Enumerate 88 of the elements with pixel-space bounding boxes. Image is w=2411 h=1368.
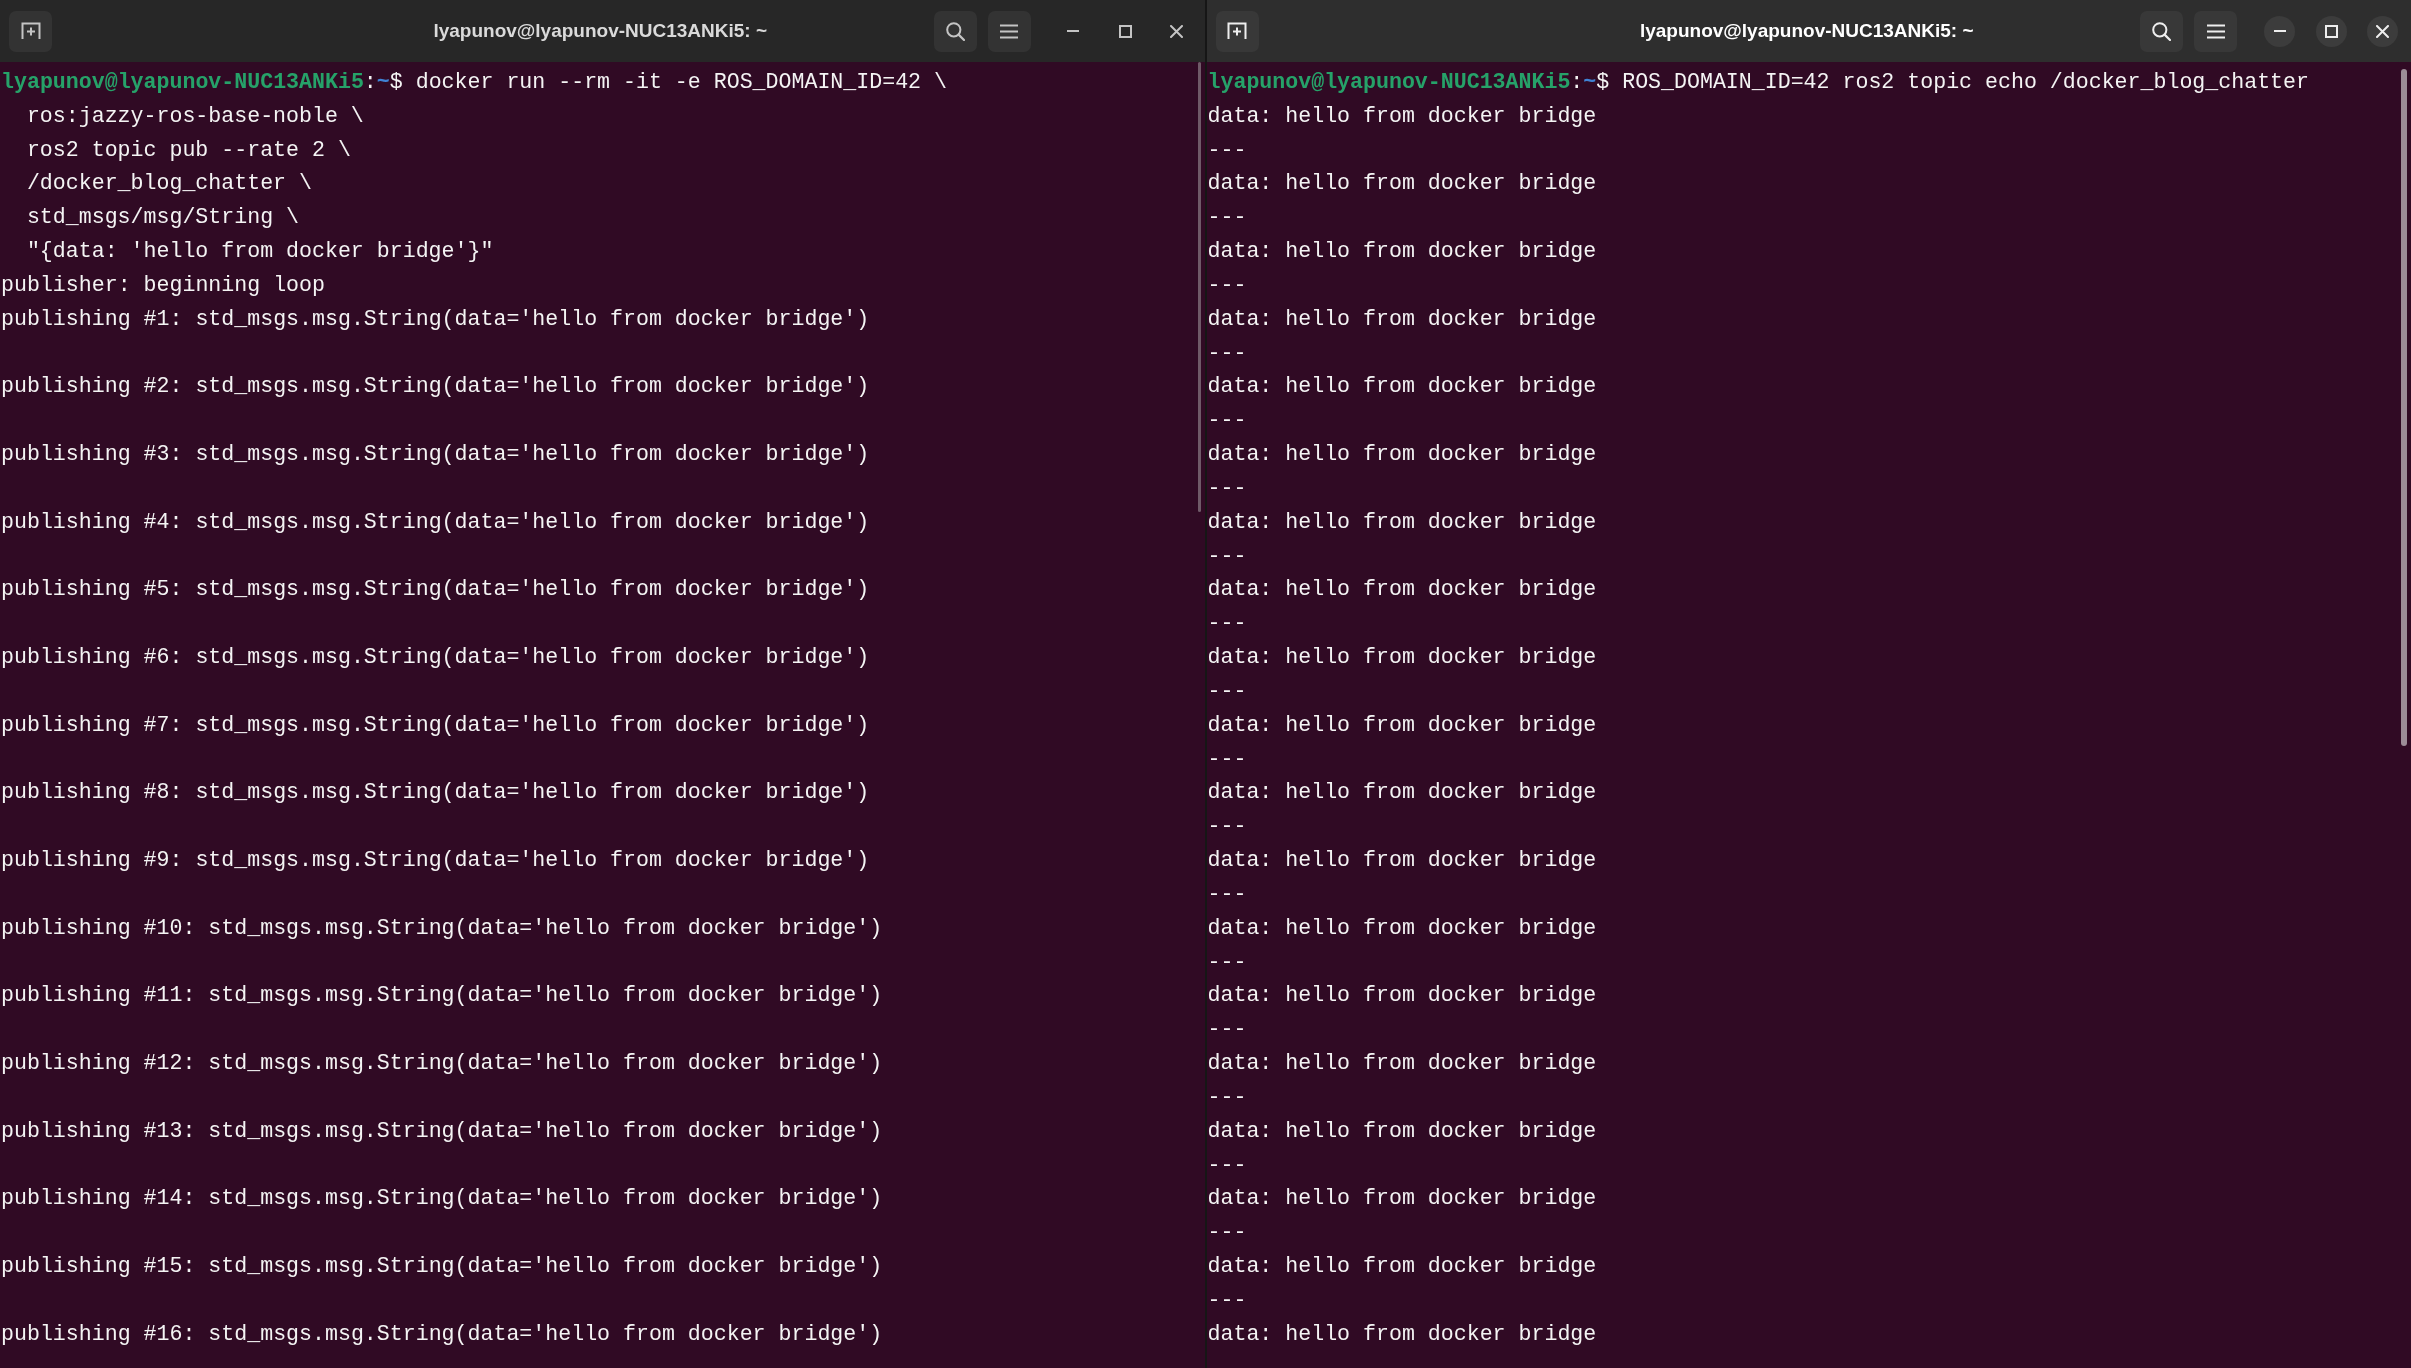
output-line: publishing #11: std_msgs.msg.String(data='hello from docker bridge') — [1, 983, 883, 1008]
output-line: --- — [1207, 408, 1247, 433]
menu-button[interactable] — [2194, 10, 2237, 52]
output-line: --- — [1207, 949, 1247, 974]
minimize-icon — [2273, 30, 2286, 32]
tab-plus-icon — [1227, 22, 1247, 40]
command-text: std_msgs/msg/String \ — [26, 205, 300, 230]
search-button[interactable] — [2140, 10, 2183, 52]
command-text: docker run --rm -it -e ROS_DOMAIN_ID=42 \ — [415, 70, 947, 94]
output-line: data: hello from docker bridge — [1207, 983, 1597, 1008]
output-line: --- — [1207, 205, 1247, 230]
minimize-icon — [1067, 30, 1079, 32]
output-line: publishing #10: std_msgs.msg.String(data='hello from docker bridge') — [1, 915, 883, 940]
output-line: publishing #12: std_msgs.msg.String(data='hello from docker bridge') — [1, 1051, 883, 1075]
output-line: data: hello from docker bridge — [1207, 103, 1597, 128]
command-text: ROS_DOMAIN_ID=42 ros2 topic echo /docker_blog_chatter — [1622, 70, 2309, 94]
close-icon — [2376, 24, 2389, 38]
output-line: data: hello from docker bridge — [1207, 915, 1597, 940]
output-line: --- — [1207, 340, 1247, 365]
output-line: publishing #3: std_msgs.msg.String(data='hello from docker bridge') — [1, 442, 870, 467]
close-button[interactable] — [2367, 15, 2398, 47]
output-line: publisher: beginning loop — [1, 272, 325, 297]
output-line: --- — [1207, 678, 1247, 703]
output-line: --- — [1207, 611, 1247, 636]
search-icon — [2152, 21, 2171, 41]
output-line: data: hello from docker bridge — [1207, 848, 1597, 873]
command-text: ros:jazzy-ros-base-noble \ — [26, 103, 364, 128]
output-line: data: hello from docker bridge — [1207, 1254, 1597, 1278]
maximize-icon — [1118, 24, 1132, 38]
output-line: --- — [1207, 1084, 1247, 1109]
output-line: data: hello from docker bridge — [1207, 645, 1597, 670]
output-line: --- — [1207, 814, 1247, 839]
output-line: data: hello from docker bridge — [1207, 509, 1597, 534]
output-line: publishing #16: std_msgs.msg.String(data='hello from docker bridge') — [1, 1321, 883, 1346]
output-line: --- — [1207, 137, 1247, 162]
close-icon — [1169, 24, 1183, 38]
output-line: data: hello from docker bridge — [1207, 374, 1597, 399]
search-icon — [945, 21, 965, 41]
output-line: publishing #1: std_msgs.msg.String(data='hello from docker bridge') — [1, 306, 870, 331]
menu-button[interactable] — [987, 10, 1031, 52]
output-line: data: hello from docker bridge — [1207, 1051, 1597, 1075]
output-line: publishing #2: std_msgs.msg.String(data='hello from docker bridge') — [1, 374, 870, 399]
output-line: data: hello from docker bridge — [1207, 1186, 1597, 1211]
output-line: data: hello from docker bridge — [1207, 239, 1597, 264]
output-line: --- — [1207, 475, 1247, 500]
output-line: --- — [1207, 272, 1247, 297]
maximize-button[interactable] — [2316, 15, 2347, 47]
maximize-icon — [2325, 24, 2338, 38]
output-line: data: hello from docker bridge — [1207, 712, 1597, 737]
output-line: publishing #9: std_msgs.msg.String(data='hello from docker bridge') — [1, 848, 870, 873]
output-line: publishing #6: std_msgs.msg.String(data='hello from docker bridge') — [1, 645, 870, 670]
scrollbar-thumb[interactable] — [2401, 69, 2407, 746]
output-line: --- — [1207, 543, 1247, 568]
minimize-button[interactable] — [2264, 15, 2295, 47]
output-line: --- — [1207, 1220, 1247, 1245]
output-line: data: hello from docker bridge — [1207, 577, 1597, 602]
output-line: --- — [1207, 746, 1247, 771]
tab-plus-icon — [20, 22, 41, 40]
output-line: data: hello from docker bridge — [1207, 171, 1597, 196]
command-text: ros2 topic pub --rate 2 \ — [26, 137, 351, 162]
command-text: "{data: 'hello from docker bridge'}" — [26, 239, 494, 264]
output-line: --- — [1207, 881, 1247, 906]
search-button[interactable] — [933, 10, 977, 52]
command-text: /docker_blog_chatter \ — [26, 171, 312, 196]
output-line: --- — [1207, 1152, 1247, 1177]
shell-prompt: lyapunov@lyapunov-NUC13ANKi5:~$ — [1, 70, 403, 94]
output-line: data: hello from docker bridge — [1207, 780, 1597, 805]
menu-icon — [1000, 23, 1018, 39]
output-line: publishing #7: std_msgs.msg.String(data='hello from docker bridge') — [1, 712, 870, 737]
output-line: data: hello from docker bridge — [1207, 1118, 1597, 1143]
output-line: publishing #14: std_msgs.msg.String(data='hello from docker bridge') — [1, 1186, 883, 1211]
output-line: publishing #15: std_msgs.msg.String(data='hello from docker bridge') — [1, 1254, 883, 1278]
output-line: data: hello from docker bridge — [1207, 442, 1597, 467]
output-line: publishing #4: std_msgs.msg.String(data='hello from docker bridge') — [1, 509, 870, 534]
output-line: data: hello from docker bridge — [1207, 1321, 1597, 1346]
menu-icon — [2206, 23, 2225, 39]
output-line: publishing #5: std_msgs.msg.String(data='hello from docker bridge') — [1, 577, 870, 602]
output-line: --- — [1207, 1287, 1247, 1312]
window-title: lyapunov@lyapunov-NUC13ANKi5: ~ — [1639, 18, 1974, 43]
output-line: publishing #8: std_msgs.msg.String(data='hello from docker bridge') — [1, 780, 870, 805]
scrollbar-thumb[interactable] — [1197, 62, 1201, 512]
window-title: lyapunov@lyapunov-NUC13ANKi5: ~ — [433, 18, 768, 43]
new-tab-button[interactable] — [1215, 10, 1259, 52]
output-line: data: hello from docker bridge — [1207, 306, 1597, 331]
output-line: --- — [1207, 1017, 1247, 1042]
shell-prompt: lyapunov@lyapunov-NUC13ANKi5:~$ — [1207, 70, 1610, 94]
new-tab-button[interactable] — [9, 10, 52, 52]
output-line: publishing #13: std_msgs.msg.String(data='hello from docker bridge') — [1, 1118, 883, 1143]
